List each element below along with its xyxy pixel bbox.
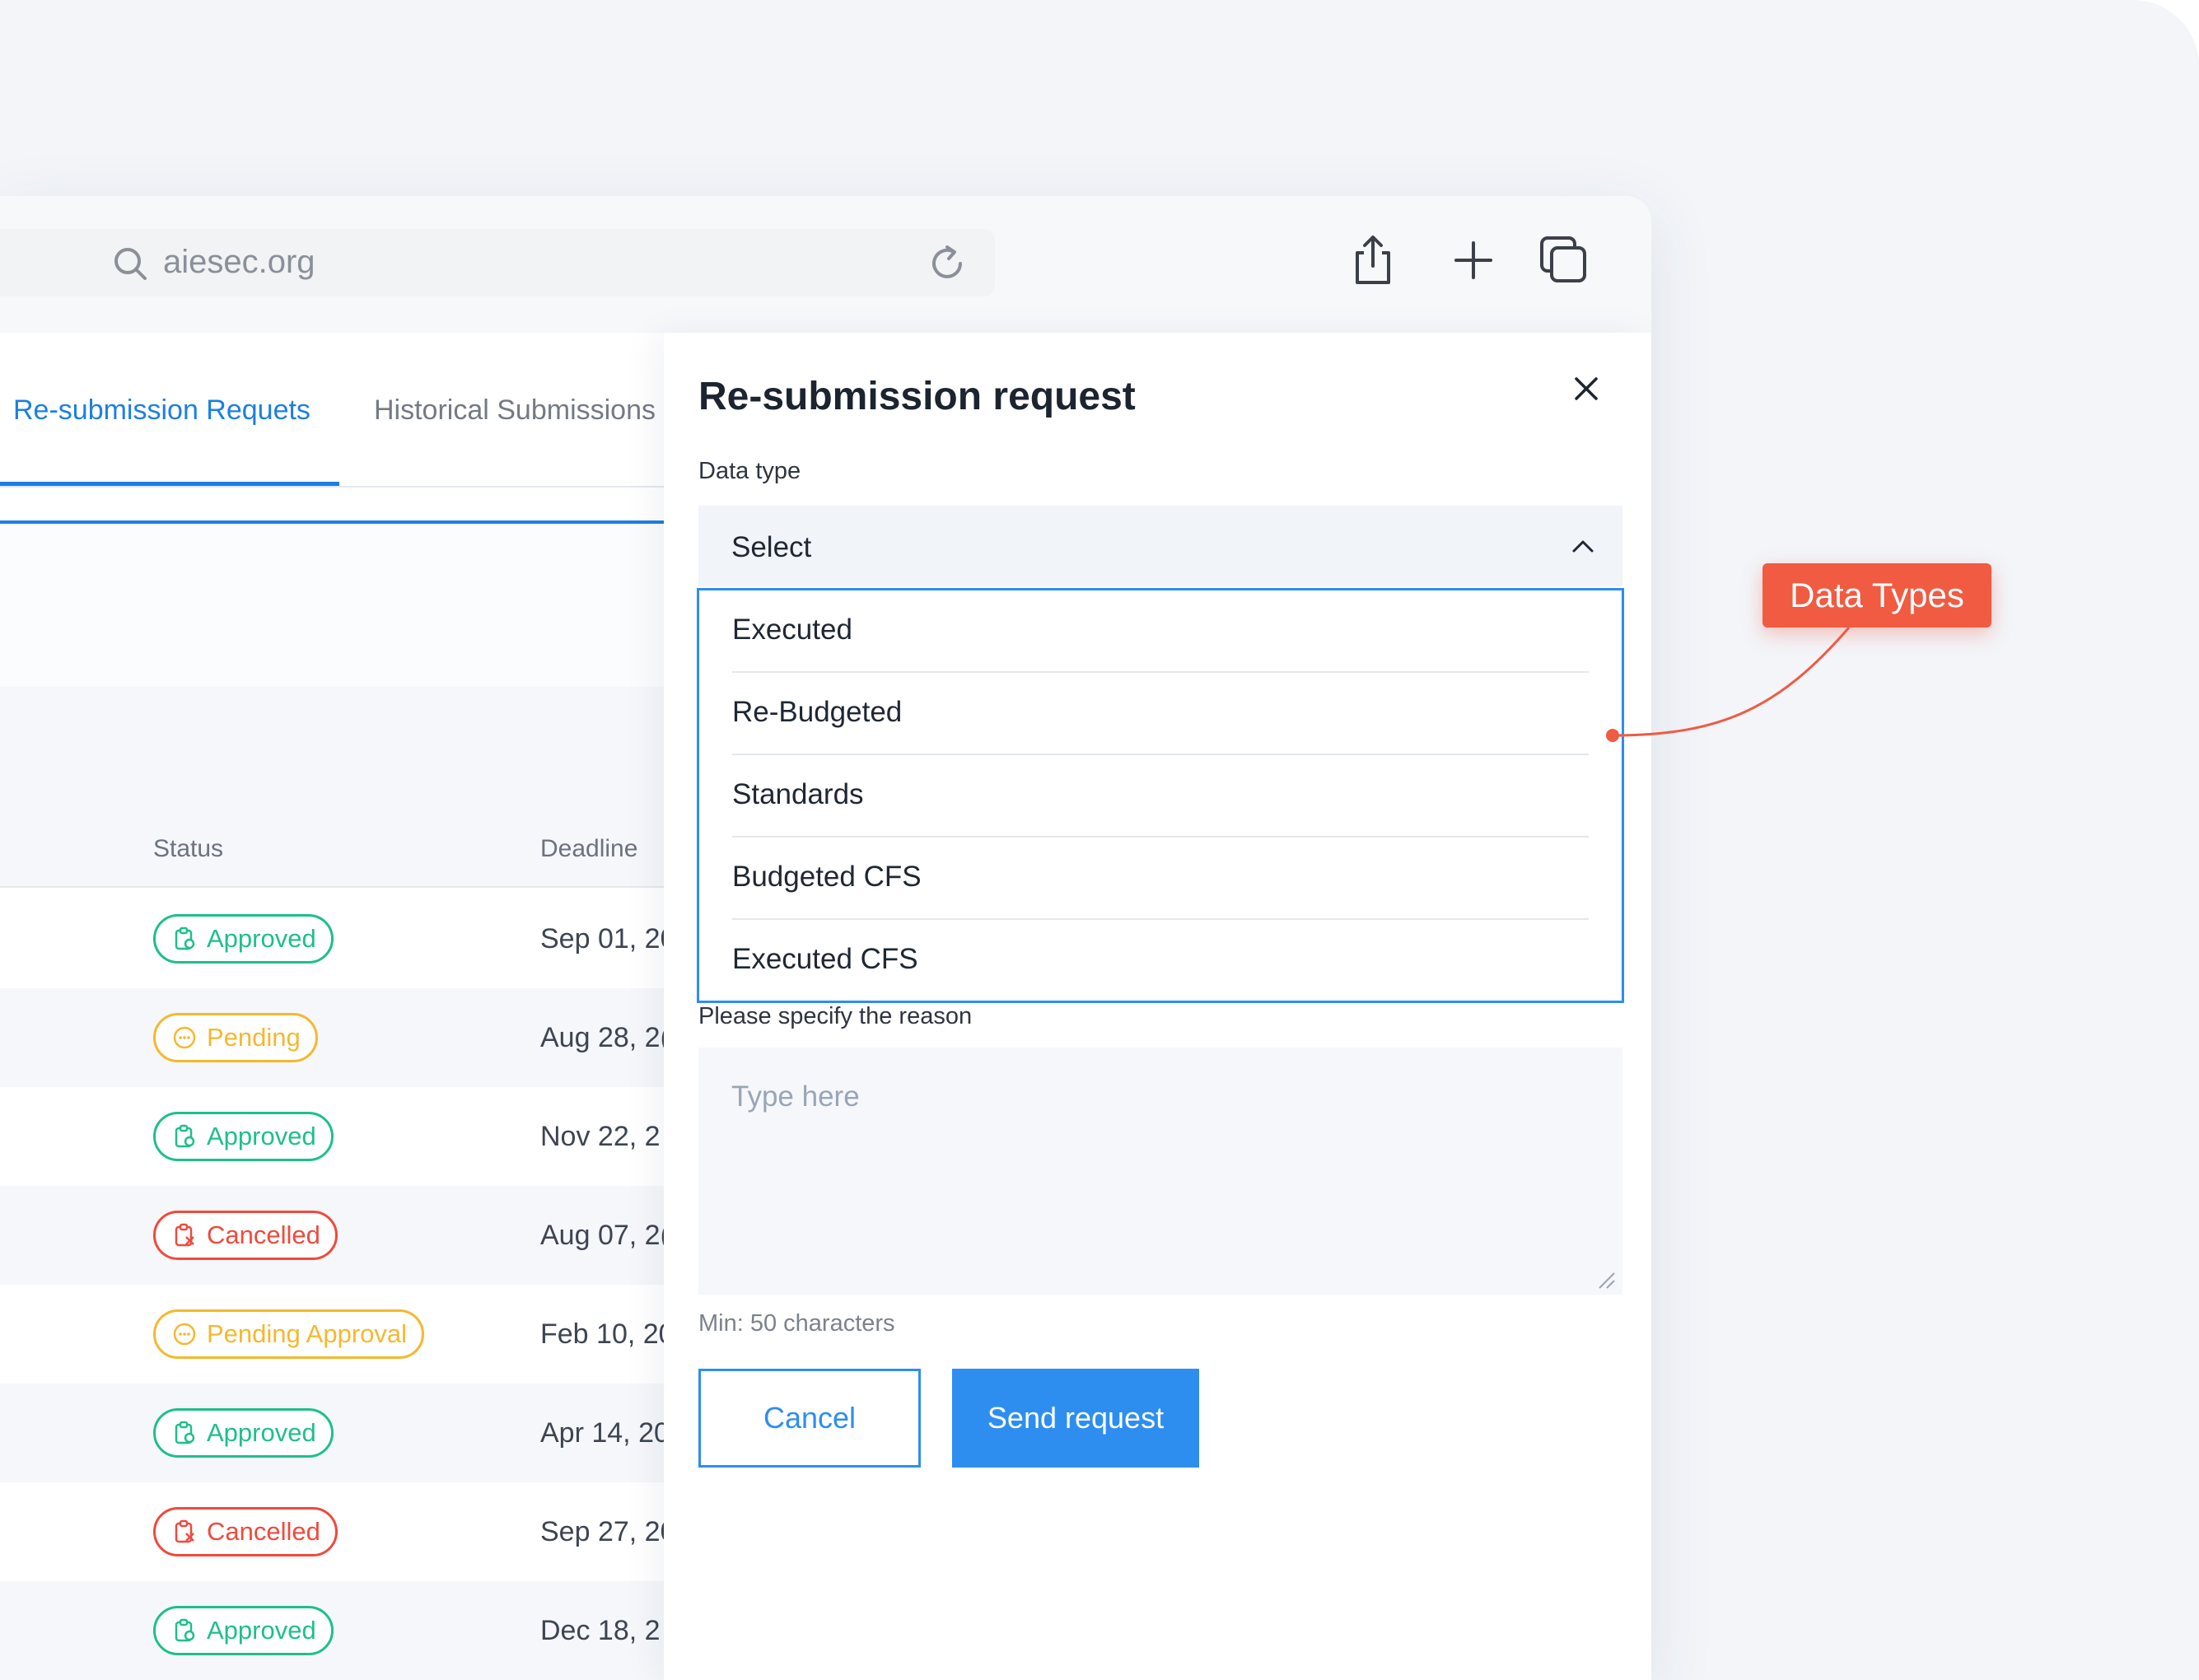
address-bar[interactable]: aiesec.org: [0, 229, 995, 296]
canvas-background: aiesec.org Re-submission Requets Histori…: [0, 0, 2199, 1680]
option-label: Re-Budgeted: [732, 696, 903, 728]
deadline-cell: Feb 10, 20: [540, 1318, 675, 1350]
reason-label: Please specify the reason: [698, 1003, 973, 1029]
more-circle-icon: [173, 1026, 196, 1049]
table-row[interactable]: Approved Sep 01, 20: [0, 889, 675, 988]
deadline-cell: Aug 28, 2(: [540, 1022, 670, 1053]
status-badge: Cancelled: [153, 1507, 338, 1556]
option-label: Executed CFS: [732, 943, 918, 975]
table-row[interactable]: Approved Nov 22, 2: [0, 1087, 667, 1186]
tab-bar: Re-submission Requets Historical Submiss…: [0, 333, 667, 489]
more-circle-icon: [173, 1323, 196, 1346]
share-icon[interactable]: [1346, 233, 1400, 287]
table-body: Approved Sep 01, 20 Pending Aug 28, 2( Appro…: [0, 889, 675, 1680]
table-toolbar-area: [0, 687, 667, 809]
status-badge: Pending Approval: [153, 1309, 425, 1359]
deadline-cell: Nov 22, 2: [540, 1121, 661, 1152]
deadline-cell: Aug 07, 2(: [540, 1220, 670, 1251]
tab-divider: [0, 486, 667, 488]
clipboard-x-icon: [175, 1223, 194, 1247]
clipboard-check-icon: [175, 1618, 195, 1642]
status-label: Cancelled: [207, 1517, 320, 1546]
plus-icon[interactable]: [1446, 233, 1501, 287]
table-row[interactable]: Cancelled Aug 07, 2(: [0, 1186, 670, 1285]
deadline-cell: Sep 27, 20: [540, 1516, 676, 1547]
tab-resubmission-requests[interactable]: Re-submission Requets: [13, 392, 310, 428]
deadline-cell: Sep 01, 20: [540, 923, 676, 954]
data-type-label: Data type: [698, 458, 801, 484]
reload-icon[interactable]: [926, 242, 969, 285]
resize-grip-icon[interactable]: [1596, 1270, 1616, 1290]
reason-textarea[interactable]: [698, 1048, 1622, 1295]
table-header: Status Deadline: [0, 809, 667, 888]
status-badge: Pending: [153, 1013, 318, 1062]
status-label: Pending Approval: [207, 1319, 408, 1348]
url-text: aiesec.org: [163, 244, 315, 280]
clipboard-check-icon: [175, 1124, 195, 1148]
status-label: Approved: [207, 1418, 316, 1447]
chevron-up-icon: [1572, 540, 1594, 553]
status-label: Approved: [207, 924, 316, 953]
browser-window: aiesec.org Re-submission Requets Histori…: [0, 196, 1651, 1680]
status-badge: Cancelled: [153, 1211, 338, 1260]
panel-title: Re-submission request: [698, 375, 1136, 418]
min-characters-hint: Min: 50 characters: [698, 1310, 895, 1337]
search-icon: [114, 248, 147, 280]
option-standards[interactable]: Standards: [732, 755, 1589, 838]
table-row[interactable]: Approved Dec 18, 2: [0, 1581, 667, 1680]
option-re-budgeted[interactable]: Re-Budgeted: [732, 673, 1589, 755]
option-label: Executed: [732, 614, 852, 646]
table-row[interactable]: Pending Approval Feb 10, 20: [0, 1285, 675, 1384]
status-label: Cancelled: [207, 1220, 320, 1249]
status-badge: Approved: [153, 1606, 334, 1655]
status-label: Approved: [207, 1122, 316, 1150]
option-executed-cfs[interactable]: Executed CFS: [732, 920, 1589, 1002]
deadline-cell: Dec 18, 2: [540, 1615, 661, 1646]
status-badge: Approved: [153, 1112, 334, 1161]
status-label: Pending: [207, 1023, 301, 1052]
clipboard-check-icon: [175, 926, 195, 950]
clipboard-x-icon: [175, 1519, 194, 1543]
option-label: Standards: [732, 778, 864, 810]
select-value: Select: [731, 531, 812, 563]
status-badge: Approved: [153, 1408, 334, 1458]
table-row[interactable]: Pending Aug 28, 2(: [0, 988, 670, 1087]
status-badge: Approved: [153, 914, 334, 964]
annotation-label: Data Types: [1762, 563, 1991, 628]
resubmission-request-panel: Re-submission request Data type Select E…: [664, 333, 1651, 1680]
option-label: Budgeted CFS: [732, 861, 922, 893]
column-header-status[interactable]: Status: [153, 833, 223, 865]
tab-historical-submissions[interactable]: Historical Submissions: [374, 392, 656, 428]
option-budgeted-cfs[interactable]: Budgeted CFS: [732, 838, 1589, 920]
close-icon[interactable]: [1570, 372, 1603, 405]
table-row[interactable]: Cancelled Sep 27, 20: [0, 1482, 675, 1581]
clipboard-check-icon: [175, 1421, 195, 1444]
data-type-select[interactable]: Select: [698, 506, 1622, 586]
table-row[interactable]: Approved Apr 14, 20: [0, 1384, 670, 1482]
status-label: Approved: [207, 1616, 316, 1645]
cancel-button[interactable]: Cancel: [698, 1369, 921, 1468]
deadline-cell: Apr 14, 20: [540, 1417, 670, 1449]
browser-toolbar: aiesec.org: [0, 196, 1651, 333]
data-type-dropdown: Executed Re-Budgeted Standards Budgeted …: [697, 588, 1624, 1003]
option-executed[interactable]: Executed: [732, 590, 1589, 673]
column-header-deadline[interactable]: Deadline: [540, 833, 637, 865]
tabs-icon[interactable]: [1537, 233, 1591, 287]
send-request-button[interactable]: Send request: [952, 1369, 1199, 1468]
